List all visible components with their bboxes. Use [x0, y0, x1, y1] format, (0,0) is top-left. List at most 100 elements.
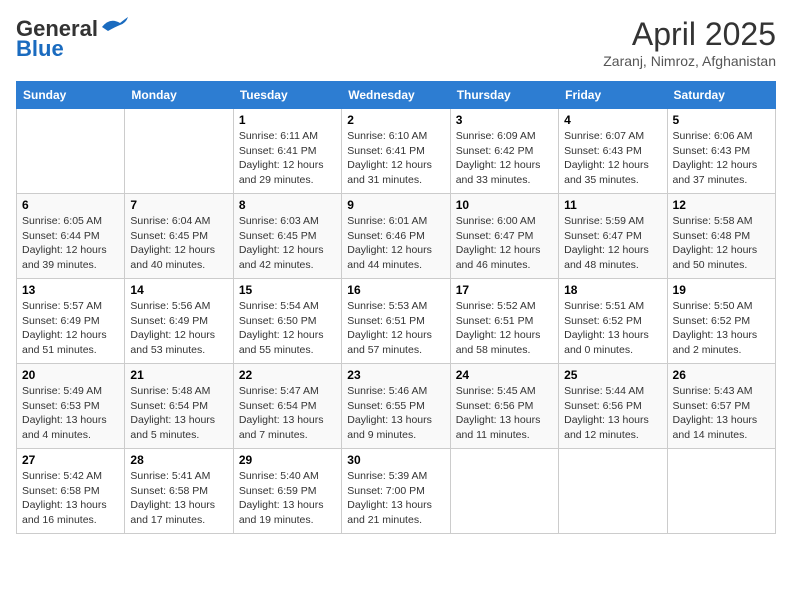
logo-bird-icon — [100, 15, 130, 35]
day-info: Sunrise: 5:46 AM Sunset: 6:55 PM Dayligh… — [347, 384, 444, 443]
day-number: 26 — [673, 368, 770, 382]
calendar-cell: 22 Sunrise: 5:47 AM Sunset: 6:54 PM Dayli… — [233, 364, 341, 449]
day-info: Sunrise: 5:45 AM Sunset: 6:56 PM Dayligh… — [456, 384, 553, 443]
calendar-week-row-2: 6Sunrise: 6:05 AM Sunset: 6:44 PM Daylig… — [17, 194, 776, 279]
day-info: Sunrise: 5:54 AM Sunset: 6:50 PM Dayligh… — [239, 299, 336, 358]
calendar-cell: 24 Sunrise: 5:45 AM Sunset: 6:56 PM Dayli… — [450, 364, 558, 449]
calendar-cell: 8 Sunrise: 6:03 AM Sunset: 6:45 PM Daylig… — [233, 194, 341, 279]
day-info: Sunrise: 5:42 AM Sunset: 6:58 PM Dayligh… — [22, 469, 119, 528]
title-area: April 2025 Zaranj, Nimroz, Afghanistan — [603, 16, 776, 69]
logo: General Blue — [16, 16, 130, 62]
logo-blue-text: Blue — [16, 36, 64, 62]
calendar-header-saturday: Saturday — [667, 82, 775, 109]
day-info: Sunrise: 5:58 AM Sunset: 6:48 PM Dayligh… — [673, 214, 770, 273]
calendar-week-row-4: 20 Sunrise: 5:49 AM Sunset: 6:53 PM Dayli… — [17, 364, 776, 449]
day-info: Sunrise: 6:01 AM Sunset: 6:46 PM Dayligh… — [347, 214, 444, 273]
day-info: Sunrise: 6:11 AM Sunset: 6:41 PM Dayligh… — [239, 129, 336, 188]
calendar-cell — [17, 109, 125, 194]
day-info: Sunrise: 6:07 AM Sunset: 6:43 PM Dayligh… — [564, 129, 661, 188]
day-info: Sunrise: 6:06 AM Sunset: 6:43 PM Dayligh… — [673, 129, 770, 188]
calendar-cell — [667, 449, 775, 534]
day-info: Sunrise: 6:03 AM Sunset: 6:45 PM Dayligh… — [239, 214, 336, 273]
calendar-cell: 29Sunrise: 5:40 AM Sunset: 6:59 PM Dayli… — [233, 449, 341, 534]
calendar-cell: 15Sunrise: 5:54 AM Sunset: 6:50 PM Dayli… — [233, 279, 341, 364]
day-number: 1 — [239, 113, 336, 127]
calendar-cell — [125, 109, 233, 194]
day-number: 5 — [673, 113, 770, 127]
day-number: 7 — [130, 198, 227, 212]
calendar-cell: 16 Sunrise: 5:53 AM Sunset: 6:51 PM Dayli… — [342, 279, 450, 364]
day-info: Sunrise: 5:49 AM Sunset: 6:53 PM Dayligh… — [22, 384, 119, 443]
day-info: Sunrise: 5:48 AM Sunset: 6:54 PM Dayligh… — [130, 384, 227, 443]
day-number: 13 — [22, 283, 119, 297]
calendar-cell — [450, 449, 558, 534]
day-info: Sunrise: 5:57 AM Sunset: 6:49 PM Dayligh… — [22, 299, 119, 358]
day-info: Sunrise: 5:44 AM Sunset: 6:56 PM Dayligh… — [564, 384, 661, 443]
day-number: 20 — [22, 368, 119, 382]
page-header: General Blue April 2025 Zaranj, Nimroz, … — [16, 16, 776, 69]
day-number: 14 — [130, 283, 227, 297]
calendar-cell: 6Sunrise: 6:05 AM Sunset: 6:44 PM Daylig… — [17, 194, 125, 279]
calendar-cell: 20 Sunrise: 5:49 AM Sunset: 6:53 PM Dayli… — [17, 364, 125, 449]
calendar-header-friday: Friday — [559, 82, 667, 109]
calendar-cell: 25Sunrise: 5:44 AM Sunset: 6:56 PM Dayli… — [559, 364, 667, 449]
calendar-cell: 2 Sunrise: 6:10 AM Sunset: 6:41 PM Daylig… — [342, 109, 450, 194]
day-number: 24 — [456, 368, 553, 382]
day-number: 2 — [347, 113, 444, 127]
calendar-header-tuesday: Tuesday — [233, 82, 341, 109]
calendar-cell: 18Sunrise: 5:51 AM Sunset: 6:52 PM Dayli… — [559, 279, 667, 364]
day-info: Sunrise: 6:09 AM Sunset: 6:42 PM Dayligh… — [456, 129, 553, 188]
calendar-cell: 30Sunrise: 5:39 AM Sunset: 7:00 PM Dayli… — [342, 449, 450, 534]
day-number: 29 — [239, 453, 336, 467]
day-number: 10 — [456, 198, 553, 212]
day-number: 21 — [130, 368, 227, 382]
day-info: Sunrise: 5:41 AM Sunset: 6:58 PM Dayligh… — [130, 469, 227, 528]
day-number: 17 — [456, 283, 553, 297]
calendar-header-thursday: Thursday — [450, 82, 558, 109]
calendar-cell: 21 Sunrise: 5:48 AM Sunset: 6:54 PM Dayli… — [125, 364, 233, 449]
calendar-table: SundayMondayTuesdayWednesdayThursdayFrid… — [16, 81, 776, 534]
calendar-cell: 12 Sunrise: 5:58 AM Sunset: 6:48 PM Dayli… — [667, 194, 775, 279]
calendar-cell: 7 Sunrise: 6:04 AM Sunset: 6:45 PM Daylig… — [125, 194, 233, 279]
calendar-week-row-5: 27 Sunrise: 5:42 AM Sunset: 6:58 PM Dayli… — [17, 449, 776, 534]
day-info: Sunrise: 5:51 AM Sunset: 6:52 PM Dayligh… — [564, 299, 661, 358]
day-number: 4 — [564, 113, 661, 127]
day-number: 30 — [347, 453, 444, 467]
day-info: Sunrise: 5:53 AM Sunset: 6:51 PM Dayligh… — [347, 299, 444, 358]
day-number: 19 — [673, 283, 770, 297]
calendar-cell: 1 Sunrise: 6:11 AM Sunset: 6:41 PM Daylig… — [233, 109, 341, 194]
calendar-cell: 11 Sunrise: 5:59 AM Sunset: 6:47 PM Dayli… — [559, 194, 667, 279]
day-number: 23 — [347, 368, 444, 382]
day-info: Sunrise: 5:52 AM Sunset: 6:51 PM Dayligh… — [456, 299, 553, 358]
calendar-cell: 3 Sunrise: 6:09 AM Sunset: 6:42 PM Daylig… — [450, 109, 558, 194]
day-info: Sunrise: 6:04 AM Sunset: 6:45 PM Dayligh… — [130, 214, 227, 273]
calendar-cell: 4 Sunrise: 6:07 AM Sunset: 6:43 PM Daylig… — [559, 109, 667, 194]
day-info: Sunrise: 5:47 AM Sunset: 6:54 PM Dayligh… — [239, 384, 336, 443]
day-number: 27 — [22, 453, 119, 467]
calendar-header-row: SundayMondayTuesdayWednesdayThursdayFrid… — [17, 82, 776, 109]
day-info: Sunrise: 5:43 AM Sunset: 6:57 PM Dayligh… — [673, 384, 770, 443]
day-number: 16 — [347, 283, 444, 297]
day-number: 11 — [564, 198, 661, 212]
day-info: Sunrise: 5:56 AM Sunset: 6:49 PM Dayligh… — [130, 299, 227, 358]
location: Zaranj, Nimroz, Afghanistan — [603, 53, 776, 69]
calendar-cell: 14 Sunrise: 5:56 AM Sunset: 6:49 PM Dayli… — [125, 279, 233, 364]
day-number: 8 — [239, 198, 336, 212]
day-info: Sunrise: 6:10 AM Sunset: 6:41 PM Dayligh… — [347, 129, 444, 188]
calendar-cell: 23 Sunrise: 5:46 AM Sunset: 6:55 PM Dayli… — [342, 364, 450, 449]
day-number: 12 — [673, 198, 770, 212]
calendar-cell: 26 Sunrise: 5:43 AM Sunset: 6:57 PM Dayli… — [667, 364, 775, 449]
calendar-cell: 17 Sunrise: 5:52 AM Sunset: 6:51 PM Dayli… — [450, 279, 558, 364]
calendar-cell: 28 Sunrise: 5:41 AM Sunset: 6:58 PM Dayli… — [125, 449, 233, 534]
calendar-cell: 13 Sunrise: 5:57 AM Sunset: 6:49 PM Dayli… — [17, 279, 125, 364]
day-info: Sunrise: 5:59 AM Sunset: 6:47 PM Dayligh… — [564, 214, 661, 273]
day-number: 28 — [130, 453, 227, 467]
day-number: 22 — [239, 368, 336, 382]
day-number: 9 — [347, 198, 444, 212]
day-number: 3 — [456, 113, 553, 127]
calendar-header-sunday: Sunday — [17, 82, 125, 109]
calendar-cell: 10Sunrise: 6:00 AM Sunset: 6:47 PM Dayli… — [450, 194, 558, 279]
day-info: Sunrise: 5:50 AM Sunset: 6:52 PM Dayligh… — [673, 299, 770, 358]
calendar-cell: 9 Sunrise: 6:01 AM Sunset: 6:46 PM Daylig… — [342, 194, 450, 279]
month-title: April 2025 — [603, 16, 776, 53]
